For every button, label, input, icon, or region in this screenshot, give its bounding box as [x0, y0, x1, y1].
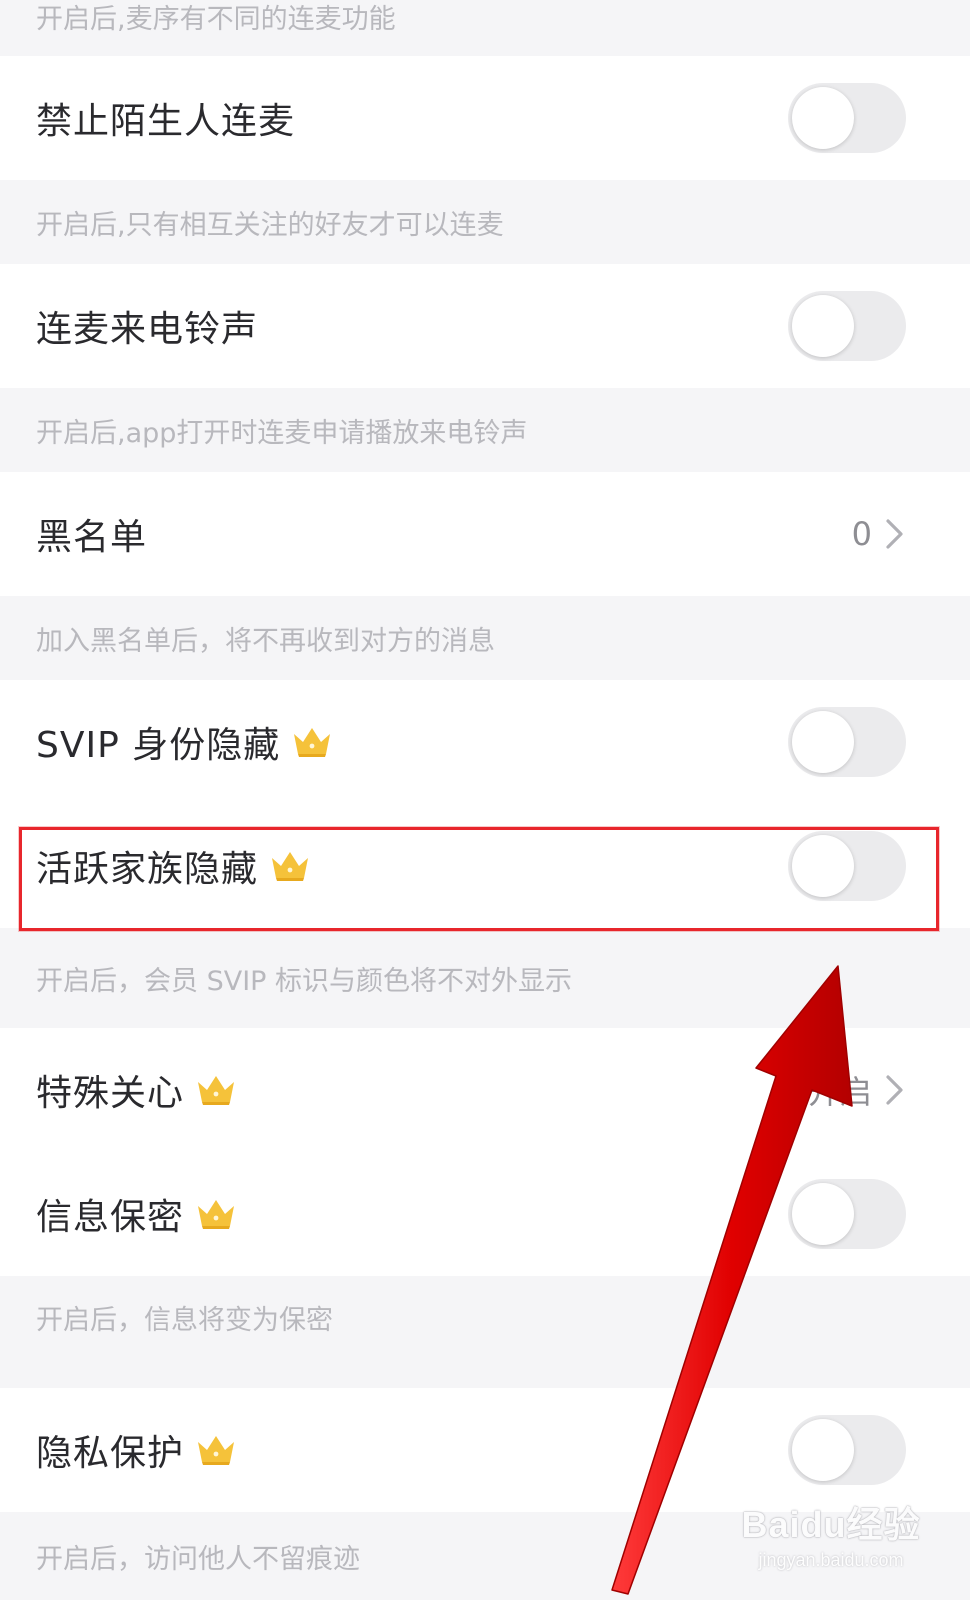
settings-screen: 开启后,麦序有不同的连麦功能 禁止陌生人连麦 开启后,只有相互关注的好友才可以连… [0, 0, 970, 1600]
red-arrow-annotation [611, 965, 853, 1595]
watermark-main-text: Baidu经验 [741, 1504, 921, 1545]
baidu-watermark: Baidu经验 jingyan.baidu.com [736, 1496, 926, 1576]
watermark-sub-text: jingyan.baidu.com [758, 1550, 904, 1570]
